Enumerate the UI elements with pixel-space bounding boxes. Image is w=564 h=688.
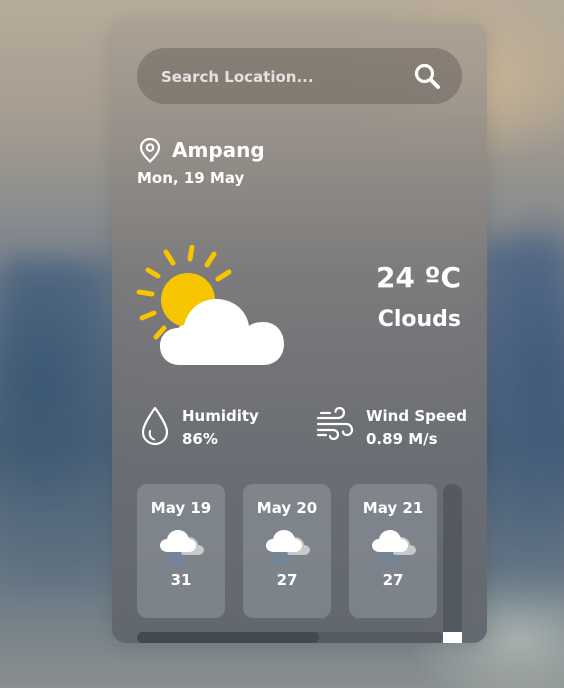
forecast-card[interactable]: May 21 27 — [349, 484, 437, 618]
forecast-date: May 21 — [362, 499, 424, 517]
forecast-temp: 27 — [276, 571, 298, 589]
scrollbar-corner — [443, 632, 462, 643]
search-icon — [414, 63, 440, 89]
location-row: Ampang — [138, 137, 265, 163]
rain-cloud-icon — [372, 530, 416, 563]
forecast-temp: 31 — [170, 571, 192, 589]
humidity-stat: Humidity 86% — [140, 406, 259, 450]
forecast-card[interactable]: May 20 27 — [243, 484, 331, 618]
forecast-date: May 19 — [150, 499, 212, 517]
forecast-list[interactable]: May 19 31 May 20 27 May 21 27 — [137, 484, 449, 618]
vertical-scrollbar[interactable] — [443, 484, 462, 643]
background-blur-right — [484, 240, 564, 600]
background-blur-left — [0, 260, 110, 590]
wind-icon — [316, 406, 354, 441]
partly-cloudy-icon — [136, 245, 284, 365]
weather-card: Ampang Mon, 19 May 24 ºC Clouds Humidity… — [112, 23, 487, 643]
droplet-icon — [141, 406, 169, 446]
wind-speed-value: 0.89 M/s — [366, 430, 438, 448]
wind-stat: Wind Speed 0.89 M/s — [316, 406, 467, 450]
city-name: Ampang — [172, 138, 265, 162]
horizontal-scrollbar-thumb[interactable] — [137, 632, 319, 643]
horizontal-scrollbar[interactable] — [137, 632, 443, 643]
forecast-temp: 27 — [382, 571, 404, 589]
humidity-label: Humidity — [182, 407, 259, 425]
humidity-value: 86% — [182, 430, 218, 448]
rain-cloud-icon — [266, 530, 310, 563]
map-pin-icon — [139, 137, 161, 163]
search-bar — [137, 48, 462, 106]
temperature: 24 ºC — [375, 261, 461, 294]
search-button[interactable] — [410, 60, 444, 92]
forecast-card[interactable]: May 19 31 — [137, 484, 225, 618]
rain-cloud-icon — [160, 530, 204, 563]
search-input[interactable] — [159, 48, 403, 106]
current-date: Mon, 19 May — [137, 169, 245, 187]
weather-description: Clouds — [377, 307, 461, 332]
wind-speed-label: Wind Speed — [366, 407, 467, 425]
forecast-date: May 20 — [256, 499, 318, 517]
